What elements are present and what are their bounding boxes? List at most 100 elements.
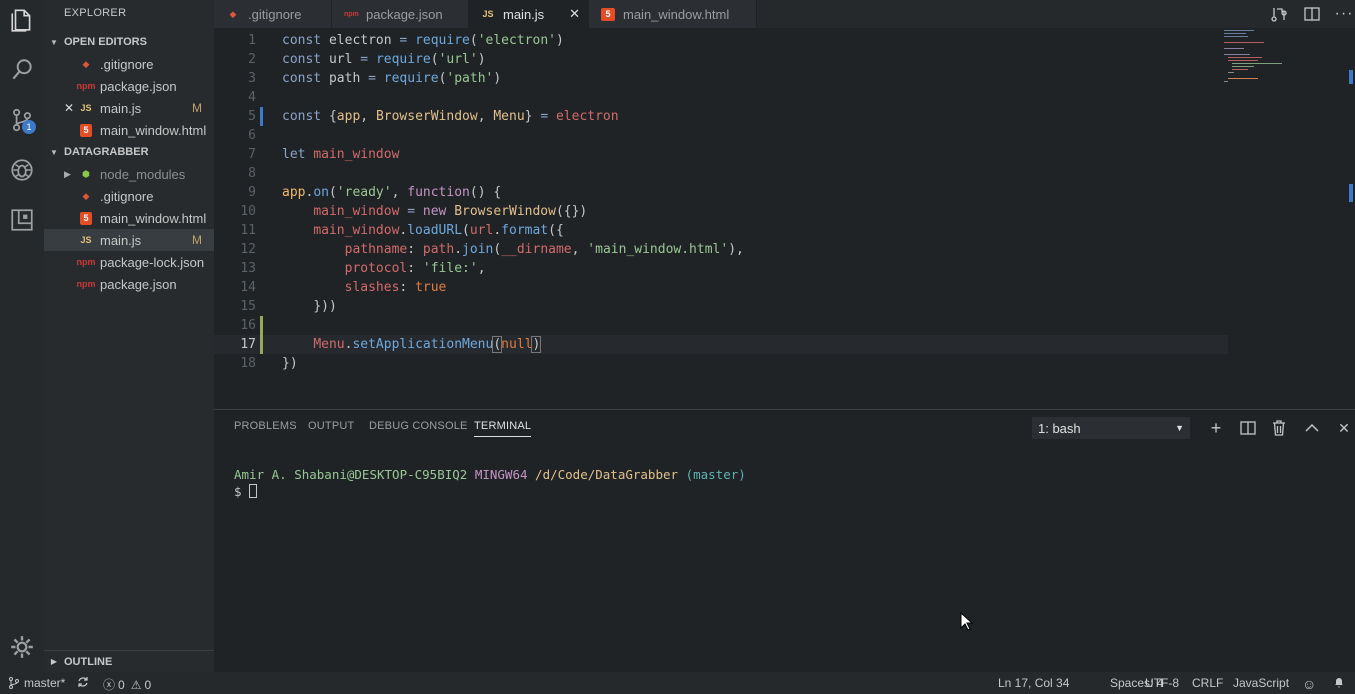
explorer-sidebar: EXPLORER ▼ OPEN EDITORS ◆ .gitignore npm… — [44, 0, 214, 672]
open-changes-icon[interactable] — [1268, 4, 1290, 24]
encoding[interactable]: UTF-8 — [1145, 676, 1179, 690]
explorer-title: EXPLORER — [64, 7, 127, 19]
line-code: main_window.loadURL(url.format({ — [313, 223, 564, 238]
code-line[interactable]: 13 protocol: 'file:', — [214, 259, 1228, 278]
line-number: 16 — [240, 318, 256, 333]
chevron-down-icon: ▼ — [50, 37, 58, 47]
open-editor-item[interactable]: 5 main_window.html — [44, 119, 214, 141]
line-ending[interactable]: CRLF — [1192, 676, 1223, 690]
terminal-input-line[interactable]: $ — [234, 484, 258, 499]
file-item[interactable]: npm package.json — [44, 273, 214, 295]
line-code: const path = require('path') — [282, 71, 502, 86]
code-line[interactable]: 5 const {app, BrowserWindow, Menu} = elec… — [214, 107, 1228, 126]
scroll-marker — [1349, 184, 1353, 202]
error-icon: ⓧ — [103, 678, 116, 692]
warning-icon: ⚠ — [130, 677, 142, 692]
close-icon[interactable]: ✕ — [64, 101, 74, 115]
tab-debug-console[interactable]: DEBUG CONSOLE — [369, 420, 468, 432]
cursor-position[interactable]: Ln 17, Col 34 — [998, 676, 1069, 690]
line-number: 8 — [248, 166, 256, 181]
line-code: slashes: true — [344, 280, 447, 295]
code-line[interactable]: 9 app.on('ready', function() { — [214, 183, 1228, 202]
bottom-panel: PROBLEMS OUTPUT DEBUG CONSOLE TERMINAL 1… — [214, 409, 1355, 672]
terminal-select[interactable]: 1: bash ▼ — [1032, 417, 1190, 439]
line-number: 2 — [248, 52, 256, 67]
branch-icon — [9, 677, 19, 689]
js-file-icon: JS — [80, 235, 92, 245]
terminal-cursor — [249, 484, 258, 498]
html-file-icon: 5 — [601, 7, 615, 21]
minimap[interactable] — [1224, 28, 1324, 88]
line-number: 5 — [248, 109, 256, 124]
line-number: 9 — [248, 185, 256, 200]
open-editor-item[interactable]: npm package.json — [44, 75, 214, 97]
branch-indicator[interactable]: master* — [8, 676, 65, 690]
project-header[interactable]: ▼ DATAGRABBER — [44, 141, 214, 163]
chevron-right-icon: ▶ — [50, 657, 58, 666]
split-editor-icon[interactable] — [1301, 4, 1323, 24]
tab-main-window-html[interactable]: 5 main_window.html — [589, 0, 757, 28]
code-line[interactable]: 7 let main_window — [214, 145, 1228, 164]
line-number: 12 — [240, 242, 256, 257]
line-code: let main_window — [282, 147, 400, 162]
code-line[interactable]: 1 const electron = require('electron') — [214, 31, 1228, 50]
language-mode[interactable]: JavaScript — [1233, 676, 1289, 690]
code-line[interactable]: 11 main_window.loadURL(url.format({ — [214, 221, 1228, 240]
code-line[interactable]: 15 })) — [214, 297, 1228, 316]
files-icon[interactable] — [6, 4, 38, 36]
extensions-icon[interactable] — [6, 204, 38, 236]
status-bar: master* ⓧ 0 ⚠ 0 Ln 17, Col 34 Spaces: 4 … — [0, 672, 1355, 694]
code-editor[interactable]: 1 const electron = require('electron') 2 co… — [214, 28, 1355, 408]
js-file-icon: JS — [482, 9, 494, 19]
code-line[interactable]: 17 Menu.setApplicationMenu(null) — [214, 335, 1228, 354]
code-line[interactable]: 16 — [214, 316, 1228, 335]
sync-icon[interactable] — [77, 676, 89, 688]
maximize-panel-icon[interactable] — [1302, 418, 1322, 438]
outline-header[interactable]: ▶ OUTLINE — [44, 650, 214, 672]
code-line[interactable]: 10 main_window = new BrowserWindow({}) — [214, 202, 1228, 221]
npm-file-icon: npm — [76, 257, 96, 267]
gear-icon[interactable] — [6, 631, 38, 663]
tab-main-js[interactable]: JS main.js ✕ — [469, 0, 589, 28]
tab-problems[interactable]: PROBLEMS — [234, 420, 297, 432]
line-number: 4 — [248, 90, 256, 105]
bell-icon[interactable] — [1333, 676, 1345, 689]
folder-item[interactable]: ▶ ⬢ node_modules — [44, 163, 214, 185]
split-terminal-icon[interactable] — [1238, 418, 1258, 438]
file-item[interactable]: ◆ .gitignore — [44, 185, 214, 207]
problems-indicator[interactable]: ⓧ 0 ⚠ 0 — [103, 676, 151, 693]
chevron-down-icon: ▼ — [1175, 423, 1184, 433]
close-icon[interactable]: ✕ — [569, 6, 580, 22]
line-code: const electron = require('electron') — [282, 33, 564, 48]
modified-badge: M — [192, 233, 202, 247]
code-line[interactable]: 18}) — [214, 354, 1228, 373]
line-code: const url = require('url') — [282, 52, 486, 67]
tab-output[interactable]: OUTPUT — [308, 420, 354, 432]
tab-terminal[interactable]: TERMINAL — [474, 420, 532, 437]
code-line[interactable]: 3 const path = require('path') — [214, 69, 1228, 88]
more-actions-icon[interactable]: ··· — [1333, 4, 1355, 24]
close-panel-icon[interactable]: ✕ — [1334, 418, 1354, 438]
code-line[interactable]: 6 — [214, 126, 1228, 145]
debug-icon[interactable] — [6, 154, 38, 186]
code-line[interactable]: 8 — [214, 164, 1228, 183]
tab-gitignore[interactable]: ◆ .gitignore — [214, 0, 332, 28]
code-line[interactable]: 2 const url = require('url') — [214, 50, 1228, 69]
open-editors-header[interactable]: ▼ OPEN EDITORS — [44, 31, 214, 53]
trash-icon[interactable] — [1269, 418, 1289, 438]
open-editor-item[interactable]: ✕ JS main.js M — [44, 97, 214, 119]
search-icon[interactable] — [6, 54, 38, 86]
source-control-icon[interactable]: 1 — [6, 104, 38, 136]
code-line[interactable]: 4 — [214, 88, 1228, 107]
line-number: 1 — [248, 33, 256, 48]
tab-package-json[interactable]: npm package.json — [332, 0, 469, 28]
code-line[interactable]: 12 pathname: path.join(__dirname, 'main_… — [214, 240, 1228, 259]
file-item[interactable]: npm package-lock.json — [44, 251, 214, 273]
smiley-icon[interactable]: ☺ — [1302, 676, 1316, 692]
new-terminal-icon[interactable]: + — [1206, 418, 1226, 438]
open-editor-item[interactable]: ◆ .gitignore — [44, 53, 214, 75]
file-item[interactable]: JS main.js M — [44, 229, 214, 251]
git-file-icon: ◆ — [82, 58, 90, 69]
code-line[interactable]: 14 slashes: true — [214, 278, 1228, 297]
file-item[interactable]: 5 main_window.html — [44, 207, 214, 229]
